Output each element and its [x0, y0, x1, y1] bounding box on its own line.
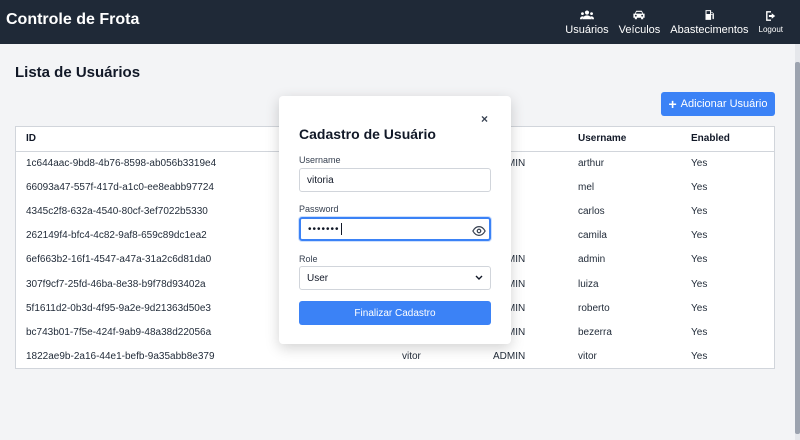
- header-enabled: Enabled: [691, 133, 730, 145]
- cell-enabled: Yes: [691, 278, 708, 290]
- cell-enabled: Yes: [691, 230, 708, 242]
- password-value: •••••••: [308, 223, 340, 235]
- nav-item-label: Veículos: [618, 23, 661, 36]
- cell-id: 1822ae9b-2a16-44e1-befb-9a35abb8e379: [26, 351, 215, 363]
- username-label: Username: [299, 155, 341, 165]
- cell-enabled: Yes: [691, 326, 708, 338]
- username-input[interactable]: vitoria: [299, 168, 491, 192]
- page-scrollbar[interactable]: [795, 44, 800, 440]
- close-icon[interactable]: ×: [481, 112, 488, 126]
- gas-pump-icon: [705, 9, 715, 20]
- chevron-down-icon: [475, 275, 483, 280]
- cell-enabled: Yes: [691, 351, 708, 363]
- cell-enabled: Yes: [691, 181, 708, 193]
- nav-item-usuarios[interactable]: Usuários: [560, 0, 613, 44]
- header-username: Username: [578, 133, 627, 145]
- text-cursor: [340, 223, 342, 235]
- cell-enabled: Yes: [691, 254, 708, 266]
- role-label: Role: [299, 254, 318, 264]
- cell-username: roberto: [578, 302, 610, 314]
- cell-name: vitor: [402, 351, 421, 363]
- password-input[interactable]: •••••••: [299, 217, 491, 241]
- brand-title: Controle de Frota: [6, 11, 140, 28]
- cell-username: vitor: [578, 351, 597, 363]
- nav-item-logout[interactable]: Logout: [754, 0, 788, 44]
- cell-username: arthur: [578, 157, 605, 169]
- cell-role: ADMIN: [493, 351, 526, 363]
- password-label: Password: [299, 204, 339, 214]
- add-user-button[interactable]: + Adicionar Usuário: [661, 92, 775, 116]
- nav-item-veiculos[interactable]: Veículos: [614, 0, 666, 44]
- add-user-label: Adicionar Usuário: [680, 98, 768, 110]
- scrollbar-thumb[interactable]: [795, 62, 800, 434]
- cell-enabled: Yes: [691, 302, 708, 314]
- role-selected-value: User: [307, 272, 329, 284]
- cell-enabled: Yes: [691, 157, 708, 169]
- car-icon: [633, 10, 646, 19]
- cell-username: mel: [578, 181, 595, 193]
- modal-title: Cadastro de Usuário: [299, 126, 436, 142]
- page-title: Lista de Usuários: [15, 64, 141, 81]
- navbar: Controle de Frota Usuários Veículos Abas…: [0, 0, 800, 44]
- nav-item-label: Logout: [758, 25, 783, 34]
- plus-icon: +: [668, 96, 677, 112]
- logout-icon: [765, 11, 775, 21]
- user-registration-modal: × Cadastro de Usuário Username vitoria P…: [279, 96, 511, 344]
- users-icon: [579, 9, 594, 19]
- cell-username: admin: [578, 254, 606, 266]
- submit-registration-button[interactable]: Finalizar Cadastro: [299, 301, 491, 325]
- cell-username: camila: [578, 230, 607, 242]
- nav-item-label: Abastecimentos: [670, 23, 749, 36]
- eye-icon[interactable]: [472, 225, 486, 237]
- role-select[interactable]: User: [299, 266, 491, 290]
- cell-username: bezerra: [578, 326, 612, 338]
- table-row[interactable]: 1822ae9b-2a16-44e1-befb-9a35abb8e379 vito…: [16, 345, 774, 369]
- nav-links: Usuários Veículos Abastecimentos Logout: [560, 0, 788, 44]
- cell-enabled: Yes: [691, 205, 708, 217]
- cell-username: carlos: [578, 205, 605, 217]
- nav-item-abastecimentos[interactable]: Abastecimentos: [665, 0, 753, 44]
- cell-username: luiza: [578, 278, 599, 290]
- nav-item-label: Usuários: [565, 23, 609, 36]
